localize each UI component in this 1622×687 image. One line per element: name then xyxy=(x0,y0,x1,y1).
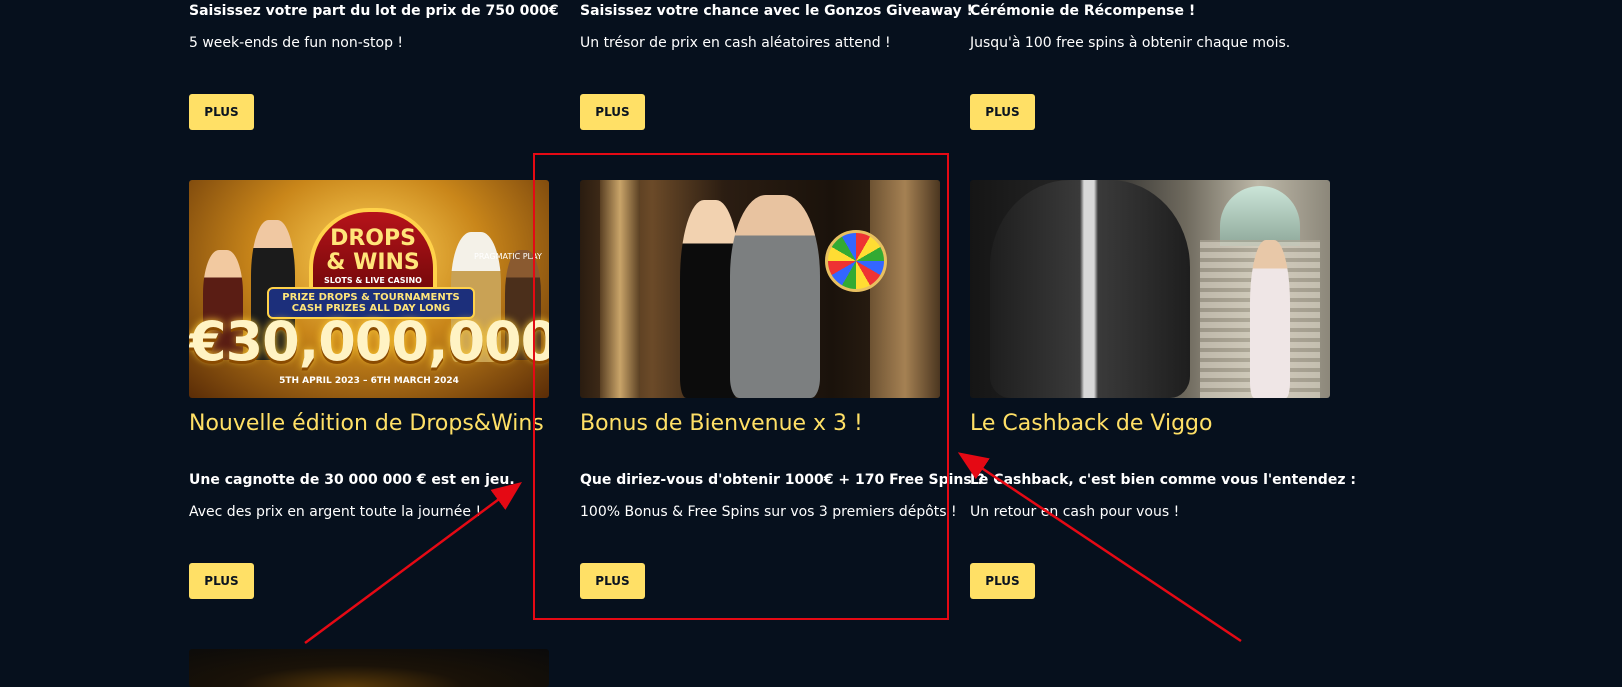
welcome-bonus-promo-image[interactable] xyxy=(580,180,940,398)
logo-line-1: DROPS xyxy=(330,226,416,251)
promo-2-headline: Saisissez votre chance avec le Gonzos Gi… xyxy=(580,3,973,19)
card-3-description: Un retour en cash pour vous ! xyxy=(970,504,1180,520)
card-1-headline: Une cagnotte de 30 000 000 € est en jeu. xyxy=(189,472,515,488)
drops-wins-promo-image[interactable]: DROPS & WINS SLOTS & LIVE CASINO PRIZE D… xyxy=(189,180,549,398)
card-3-more-button[interactable]: PLUS xyxy=(970,563,1035,599)
figure-man-grey-suit xyxy=(730,195,820,398)
card-2-headline: Que diriez-vous d'obtenir 1000€ + 170 Fr… xyxy=(580,472,985,488)
card-3-headline: Le Cashback, c'est bien comme vous l'ent… xyxy=(970,472,1356,488)
window-arch-decor xyxy=(1220,186,1300,246)
next-promo-image-partial[interactable] xyxy=(189,649,549,687)
logo-banner: SLOTS & LIVE CASINO xyxy=(324,276,422,285)
logo-line-2: & WINS xyxy=(326,250,420,275)
promo-2-description: Un trésor de prix en cash aléatoires att… xyxy=(580,35,891,51)
card-1-title[interactable]: Nouvelle édition de Drops&Wins xyxy=(189,411,544,436)
fortune-wheel-icon xyxy=(825,230,887,292)
card-2-description: 100% Bonus & Free Spins sur vos 3 premie… xyxy=(580,504,957,520)
promo-dates: 5TH APRIL 2023 – 6TH MARCH 2024 xyxy=(279,376,459,386)
curtain-decor xyxy=(870,180,940,398)
promo-1-more-button[interactable]: PLUS xyxy=(189,94,254,130)
promo-3-headline: Cérémonie de Récompense ! xyxy=(970,3,1196,19)
cashback-promo-image[interactable] xyxy=(970,180,1330,398)
pillar-decor xyxy=(600,180,640,398)
promo-2-more-button[interactable]: PLUS xyxy=(580,94,645,130)
card-1-description: Avec des prix en argent toute la journée… xyxy=(189,504,482,520)
card-2-more-button[interactable]: PLUS xyxy=(580,563,645,599)
card-1-more-button[interactable]: PLUS xyxy=(189,563,254,599)
card-2-title[interactable]: Bonus de Bienvenue x 3 ! xyxy=(580,411,863,436)
prize-amount: €30,000,000 xyxy=(189,310,549,373)
promo-1-description: 5 week-ends de fun non-stop ! xyxy=(189,35,404,51)
pragmatic-play-logo: PRAGMATIC PLAY xyxy=(474,252,542,261)
figure-woman-white-suit xyxy=(1250,240,1290,398)
promo-3-more-button[interactable]: PLUS xyxy=(970,94,1035,130)
card-3-title[interactable]: Le Cashback de Viggo xyxy=(970,411,1212,436)
promo-3-description: Jusqu'à 100 free spins à obtenir chaque … xyxy=(970,35,1291,51)
promo-1-headline: Saisissez votre part du lot de prix de 7… xyxy=(189,3,559,19)
figure-man-dark-suit xyxy=(990,180,1190,398)
